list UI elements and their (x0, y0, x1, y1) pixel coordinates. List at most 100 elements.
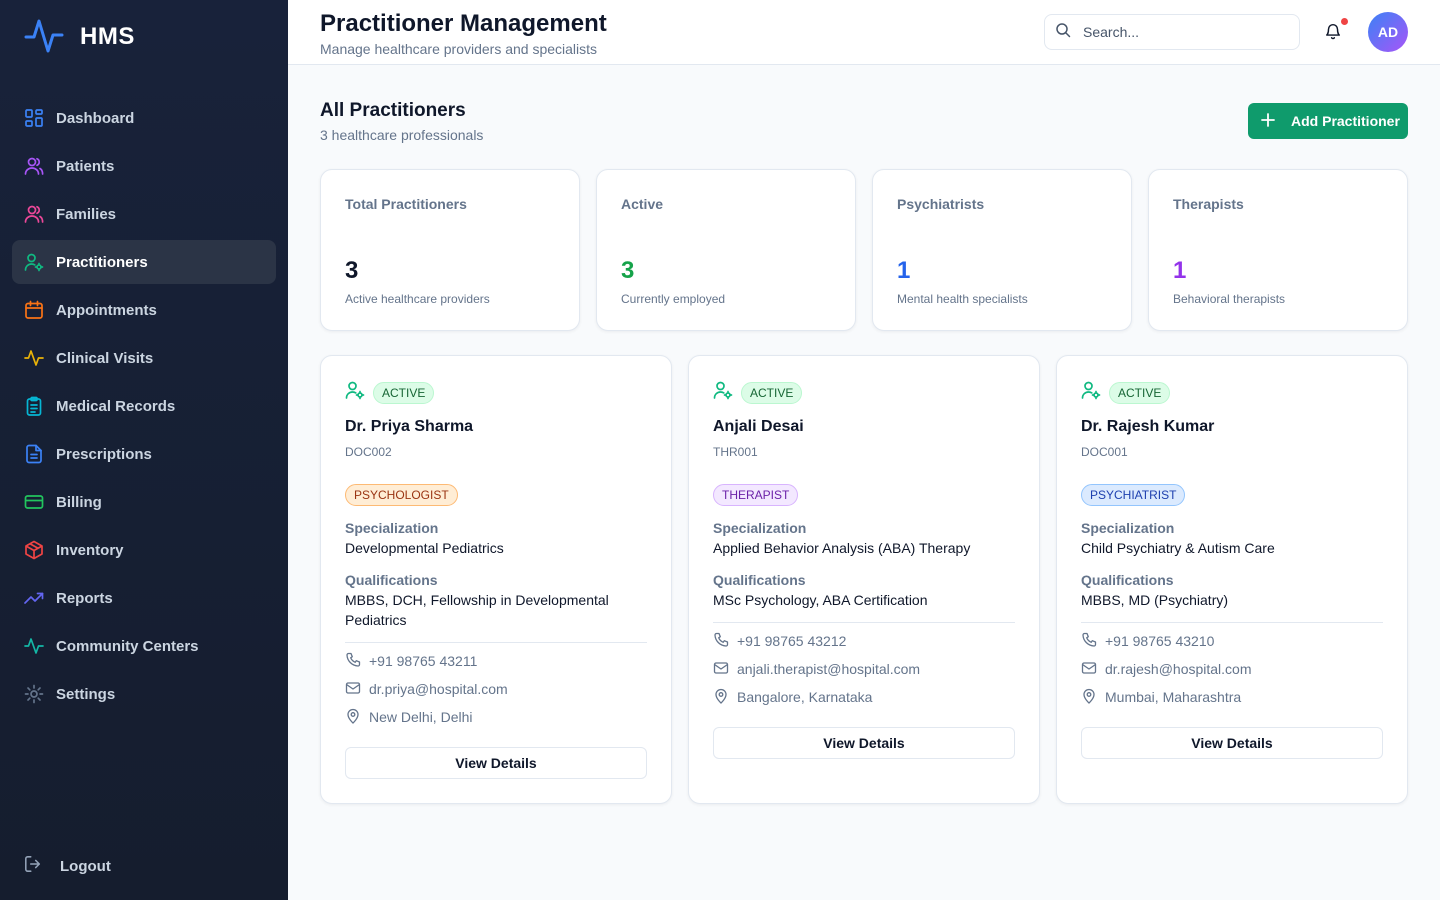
mail-icon (1081, 660, 1105, 679)
package-icon (24, 540, 44, 560)
stat-desc: Mental health specialists (897, 292, 1028, 306)
view-details-button[interactable]: View Details (345, 747, 647, 779)
divider (345, 642, 647, 643)
logout-button[interactable]: Logout (24, 848, 111, 884)
practitioner-card: ACTIVE Dr. Rajesh Kumar DOC001 PSYCHIATR… (1056, 355, 1408, 804)
logout-icon (24, 855, 60, 877)
practitioner-name: Dr. Rajesh Kumar (1081, 418, 1215, 435)
sidebar-item-label: Clinical Visits (56, 349, 154, 367)
dashboard-icon (24, 108, 44, 128)
card-header: ACTIVE (713, 380, 803, 405)
stat-desc: Active healthcare providers (345, 292, 490, 306)
qualifications-label: Qualifications (713, 572, 806, 588)
sidebar-item-label: Community Centers (56, 637, 199, 655)
activity-icon (24, 636, 44, 656)
practitioner-id: DOC002 (345, 445, 392, 459)
stat-desc: Currently employed (621, 292, 726, 306)
sidebar-item-dashboard[interactable]: Dashboard (12, 96, 276, 140)
logout-label: Logout (60, 857, 111, 875)
activity-logo-icon (24, 15, 64, 60)
email-row: dr.rajesh@hospital.com (1081, 659, 1252, 679)
bell-icon[interactable] (1324, 22, 1344, 42)
role-badge: THERAPIST (713, 484, 799, 506)
sidebar-item-billing[interactable]: Billing (12, 480, 276, 524)
file-text-icon (24, 444, 44, 464)
sidebar-item-label: Inventory (56, 541, 124, 559)
phone-icon (345, 652, 369, 671)
sidebar-item-reports[interactable]: Reports (12, 576, 276, 620)
map-pin-icon (1081, 688, 1105, 707)
specialization-label: Specialization (713, 520, 807, 536)
users-icon (24, 204, 44, 224)
sidebar-item-label: Reports (56, 589, 113, 607)
location-row: New Delhi, Delhi (345, 707, 472, 727)
notification-dot (1341, 18, 1348, 25)
search-input[interactable] (1083, 24, 1283, 40)
page-title: Practitioner Management (320, 10, 607, 37)
sidebar-item-patients[interactable]: Patients (12, 144, 276, 188)
user-cog-icon (24, 252, 44, 272)
sidebar-item-settings[interactable]: Settings (12, 672, 276, 716)
practitioner-name: Anjali Desai (713, 418, 804, 435)
phone-row: +91 98765 43211 (345, 651, 477, 671)
practitioner-card: ACTIVE Anjali Desai THR001 THERAPIST Spe… (688, 355, 1040, 804)
sidebar-item-label: Medical Records (56, 397, 176, 415)
phone-icon (713, 632, 737, 651)
brand-name: HMS (80, 23, 135, 50)
search-box[interactable] (1044, 14, 1300, 50)
phone-row: +91 98765 43210 (1081, 631, 1214, 651)
sidebar-item-community-centers[interactable]: Community Centers (12, 624, 276, 668)
sidebar-item-appointments[interactable]: Appointments (12, 288, 276, 332)
page-subtitle: Manage healthcare providers and speciali… (320, 41, 598, 57)
phone-value: +91 98765 43211 (369, 653, 478, 669)
qualifications-label: Qualifications (345, 572, 438, 588)
stat-value: 3 (345, 257, 359, 284)
stat-card-therapists: Therapists 1 Behavioral therapists (1148, 169, 1408, 331)
view-details-button[interactable]: View Details (713, 727, 1015, 759)
role-badge: PSYCHOLOGIST (345, 484, 458, 506)
stat-value: 3 (621, 257, 635, 284)
sidebar-nav: Dashboard Patients Families Practitioner… (12, 96, 276, 720)
credit-card-icon (24, 492, 44, 512)
practitioner-id: DOC001 (1081, 445, 1128, 459)
sidebar-item-clinical-visits[interactable]: Clinical Visits (12, 336, 276, 380)
sidebar-item-prescriptions[interactable]: Prescriptions (12, 432, 276, 476)
qualifications-value: MBBS, MD (Psychiatry) (1081, 592, 1229, 608)
practitioner-id: THR001 (713, 445, 758, 459)
email-value: anjali.therapist@hospital.com (737, 661, 921, 677)
add-practitioner-button[interactable]: Add Practitioner (1248, 103, 1408, 139)
sidebar-item-practitioners[interactable]: Practitioners (12, 240, 276, 284)
stat-label: Therapists (1173, 196, 1244, 212)
stat-label: Total Practitioners (345, 196, 467, 212)
sidebar-item-label: Dashboard (56, 109, 135, 127)
mail-icon (345, 680, 369, 699)
mail-icon (713, 660, 737, 679)
location-value: New Delhi, Delhi (369, 709, 473, 725)
avatar[interactable]: AD (1368, 12, 1408, 52)
stat-value: 1 (1173, 257, 1187, 284)
add-practitioner-label: Add Practitioner (1291, 113, 1400, 129)
stat-label: Active (621, 196, 664, 212)
phone-icon (1081, 632, 1105, 651)
status-badge: ACTIVE (1109, 381, 1171, 404)
stat-card-psychiatrists: Psychiatrists 1 Mental health specialist… (872, 169, 1132, 331)
user-cog-icon (1081, 380, 1101, 405)
map-pin-icon (713, 688, 737, 707)
qualifications-value: MBBS, DCH, Fellowship in Developmental P… (345, 592, 609, 628)
user-cog-icon (345, 380, 365, 405)
specialization-value: Applied Behavior Analysis (ABA) Therapy (713, 540, 971, 556)
view-details-button[interactable]: View Details (1081, 727, 1383, 759)
stat-value: 1 (897, 257, 911, 284)
section-subtitle: 3 healthcare professionals (320, 127, 484, 143)
sidebar-item-inventory[interactable]: Inventory (12, 528, 276, 572)
brand[interactable]: HMS (24, 16, 135, 58)
sidebar-item-medical-records[interactable]: Medical Records (12, 384, 276, 428)
email-row: anjali.therapist@hospital.com (713, 659, 920, 679)
email-row: dr.priya@hospital.com (345, 679, 508, 699)
sidebar-item-label: Practitioners (56, 253, 148, 271)
sidebar: HMS Dashboard Patients Families Practiti… (0, 0, 288, 900)
card-header: ACTIVE (345, 380, 435, 405)
status-badge: ACTIVE (741, 381, 803, 404)
email-value: dr.priya@hospital.com (369, 681, 508, 697)
sidebar-item-families[interactable]: Families (12, 192, 276, 236)
